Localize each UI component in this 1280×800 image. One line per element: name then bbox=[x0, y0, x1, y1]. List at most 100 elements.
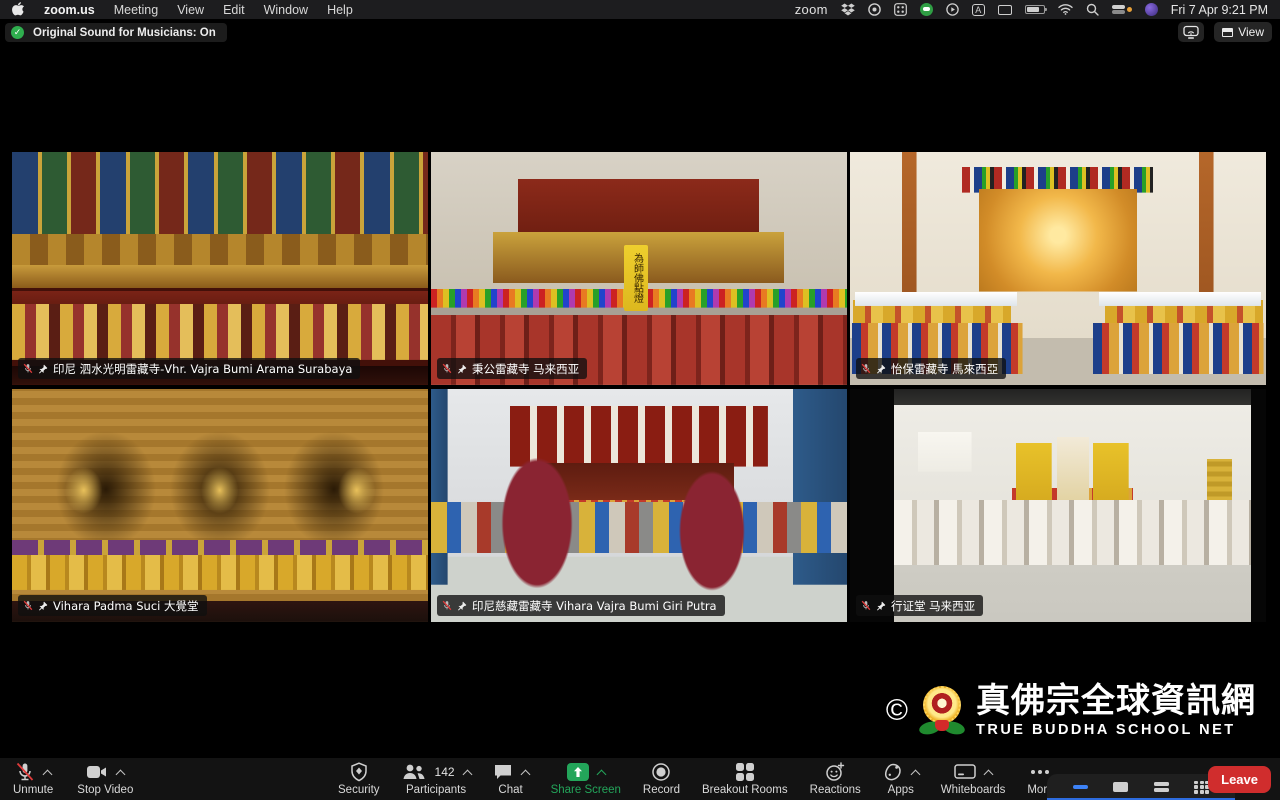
muted-mic-icon bbox=[442, 600, 452, 611]
unmute-button[interactable]: Unmute bbox=[13, 762, 53, 796]
whiteboards-button[interactable]: Whiteboards bbox=[941, 762, 1006, 796]
fullscreen-broadcast-icon[interactable] bbox=[1178, 22, 1204, 42]
grid-app-icon[interactable] bbox=[894, 3, 907, 16]
spotlight-search-icon[interactable] bbox=[1086, 3, 1099, 16]
muted-mic-icon bbox=[23, 363, 33, 374]
chat-bubble-icon bbox=[493, 763, 513, 781]
whiteboards-options-chevron[interactable] bbox=[984, 769, 994, 779]
video-tile-2[interactable]: 為師佛點燈 秉公雷藏寺 马来西亚 bbox=[431, 152, 847, 385]
altar-banner-text: 為師佛點燈 bbox=[624, 245, 648, 311]
display-icon[interactable] bbox=[998, 5, 1012, 15]
gallery-view-icon bbox=[1222, 28, 1233, 37]
record-button[interactable]: Record bbox=[643, 762, 680, 796]
menu-item-zoomus[interactable]: zoom.us bbox=[44, 3, 95, 17]
muted-mic-icon bbox=[15, 762, 35, 782]
breakout-rooms-label: Breakout Rooms bbox=[702, 784, 788, 796]
reactions-label: Reactions bbox=[810, 784, 861, 796]
video-thumbnail bbox=[850, 389, 1266, 622]
participant-name: 印尼 泗水光明雷藏寺-Vhr. Vajra Bumi Arama Surabay… bbox=[53, 361, 352, 377]
original-sound-banner[interactable]: ✓ Original Sound for Musicians: On bbox=[5, 23, 227, 42]
more-dots-icon bbox=[1031, 770, 1049, 774]
menu-item-edit[interactable]: Edit bbox=[223, 3, 245, 17]
video-tile-1[interactable]: 印尼 泗水光明雷藏寺-Vhr. Vajra Bumi Arama Surabay… bbox=[12, 152, 428, 385]
breakout-rooms-icon bbox=[736, 763, 754, 781]
pin-icon bbox=[876, 364, 886, 374]
video-tile-5[interactable]: 印尼慈藏雷藏寺 Vihara Vajra Bumi Giri Putra bbox=[431, 389, 847, 622]
participant-name: 印尼慈藏雷藏寺 Vihara Vajra Bumi Giri Putra bbox=[472, 598, 717, 614]
whiteboard-icon bbox=[954, 764, 976, 781]
video-thumbnail bbox=[12, 389, 428, 622]
play-circle-icon[interactable] bbox=[946, 3, 959, 16]
pin-icon bbox=[38, 601, 48, 611]
muted-mic-icon bbox=[23, 600, 33, 611]
chat-button[interactable]: Chat bbox=[493, 762, 529, 796]
battery-icon[interactable] bbox=[1025, 5, 1045, 14]
video-tile-4[interactable]: Vihara Padma Suci 大覺堂 bbox=[12, 389, 428, 622]
participant-name-tag: 秉公雷藏寺 马来西亚 bbox=[437, 358, 587, 379]
share-screen-button[interactable]: Share Screen bbox=[551, 762, 621, 796]
participant-name-tag: 印尼慈藏雷藏寺 Vihara Vajra Bumi Giri Putra bbox=[437, 595, 725, 616]
security-button[interactable]: Security bbox=[338, 762, 380, 796]
control-center-icon[interactable] bbox=[1112, 5, 1132, 15]
stop-video-label: Stop Video bbox=[77, 784, 133, 796]
participants-count: 142 bbox=[435, 765, 455, 779]
chat-label: Chat bbox=[498, 784, 522, 796]
menu-item-help[interactable]: Help bbox=[327, 3, 353, 17]
participants-label: Participants bbox=[406, 784, 466, 796]
zoom-status-text[interactable]: zoom bbox=[795, 2, 828, 17]
pin-icon bbox=[876, 601, 886, 611]
pin-icon bbox=[457, 601, 467, 611]
mic-in-use-dot bbox=[1127, 7, 1132, 12]
participants-options-chevron[interactable] bbox=[462, 769, 472, 779]
apps-icon bbox=[883, 762, 903, 782]
whiteboards-label: Whiteboards bbox=[941, 784, 1006, 796]
reactions-button[interactable]: Reactions bbox=[810, 762, 861, 796]
participant-name-tag: 行证堂 马来西亚 bbox=[856, 595, 983, 616]
wifi-icon[interactable] bbox=[1058, 4, 1073, 15]
muted-mic-icon bbox=[861, 600, 871, 611]
pin-icon bbox=[457, 364, 467, 374]
macos-menu-bar: zoom.us Meeting View Edit Window Help zo… bbox=[0, 0, 1280, 19]
share-screen-icon bbox=[567, 763, 589, 781]
tbsn-watermark: © 真佛宗全球資訊網 TRUE BUDDHA SCHOOL NET bbox=[886, 684, 1256, 738]
apps-button[interactable]: Apps bbox=[883, 762, 919, 796]
video-thumbnail-content bbox=[894, 389, 1252, 622]
zoom-toolbar: Unmute Stop Video Security 142 Participa… bbox=[0, 758, 1280, 800]
menu-item-meeting[interactable]: Meeting bbox=[114, 3, 158, 17]
user-app-icon[interactable] bbox=[1145, 3, 1158, 16]
participant-name: 行证堂 马来西亚 bbox=[891, 598, 975, 614]
participant-name: 秉公雷藏寺 马来西亚 bbox=[472, 361, 579, 377]
video-tile-6[interactable]: 行证堂 马来西亚 bbox=[850, 389, 1266, 622]
share-screen-label: Share Screen bbox=[551, 784, 621, 796]
strip-view-icon[interactable] bbox=[1154, 781, 1169, 793]
line-app-icon[interactable] bbox=[920, 3, 933, 16]
menu-item-window[interactable]: Window bbox=[264, 3, 308, 17]
share-options-chevron[interactable] bbox=[596, 769, 606, 779]
menu-clock[interactable]: Fri 7 Apr 9:21 PM bbox=[1171, 3, 1268, 17]
stop-video-button[interactable]: Stop Video bbox=[77, 762, 133, 796]
watermark-english-title: TRUE BUDDHA SCHOOL NET bbox=[976, 722, 1236, 738]
record-label: Record bbox=[643, 784, 680, 796]
participant-name-tag: Vihara Padma Suci 大覺堂 bbox=[18, 595, 207, 616]
unmute-label: Unmute bbox=[13, 784, 53, 796]
menu-item-view[interactable]: View bbox=[177, 3, 204, 17]
apps-options-chevron[interactable] bbox=[910, 769, 920, 779]
leave-button[interactable]: Leave bbox=[1208, 766, 1271, 793]
speaker-view-icon[interactable] bbox=[1113, 782, 1128, 792]
gallery-grid-icon[interactable] bbox=[1194, 781, 1209, 794]
breakout-rooms-button[interactable]: Breakout Rooms bbox=[702, 762, 788, 796]
dropbox-icon[interactable] bbox=[841, 3, 855, 16]
input-source-icon[interactable]: A bbox=[972, 4, 985, 16]
video-tile-3[interactable]: 怡保雷藏寺 馬來西亞 bbox=[850, 152, 1266, 385]
unmute-options-chevron[interactable] bbox=[43, 769, 53, 779]
apple-menu-icon[interactable] bbox=[12, 1, 25, 19]
video-options-chevron[interactable] bbox=[116, 769, 126, 779]
view-button[interactable]: View bbox=[1214, 22, 1272, 42]
chat-options-chevron[interactable] bbox=[520, 769, 530, 779]
logo-sun-seal bbox=[923, 686, 961, 724]
video-thumbnail bbox=[12, 152, 428, 385]
green-shield-check-icon: ✓ bbox=[11, 26, 24, 39]
adobe-cc-icon[interactable] bbox=[868, 3, 881, 16]
minimize-view-icon[interactable] bbox=[1073, 785, 1088, 789]
participants-button[interactable]: 142 Participants bbox=[402, 762, 471, 796]
